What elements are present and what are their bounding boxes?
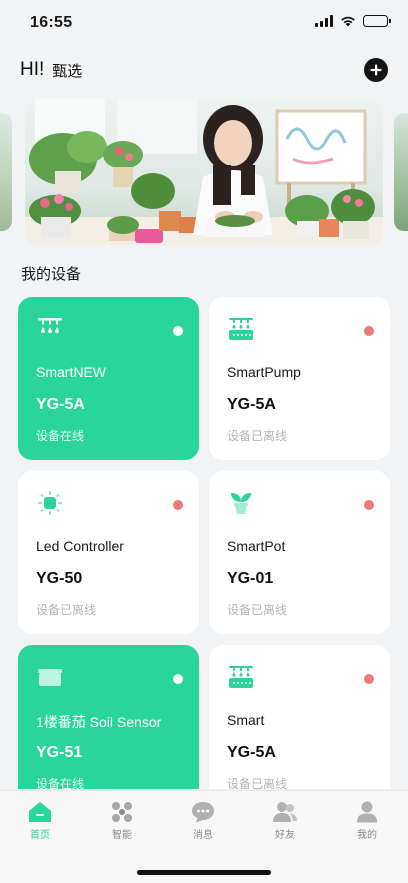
online-status-dot [173,674,183,684]
offline-status-dot [364,674,374,684]
device-name: SmartPot [227,538,286,554]
greeting-text: HI! [20,59,45,80]
home-indicator [137,870,271,875]
banner-next-slide[interactable] [394,113,408,231]
plus-circle-icon [370,64,382,76]
device-status: 设备已离线 [227,429,288,443]
add-device-button[interactable] [364,58,388,82]
plant-pot-icon [231,493,251,514]
device-name: SmartNEW [36,364,106,380]
tab-label: 首页 [30,830,50,841]
smart-grid-icon [112,802,132,822]
offline-status-dot [364,326,374,336]
banner-prev-slide[interactable] [0,113,12,231]
device-card-smart[interactable]: Smart YG-5A 设备已离线 [209,645,390,789]
water-pump-icon [229,318,253,340]
status-icons [315,15,391,27]
sprinkler-icon [38,318,62,333]
tab-label: 我的 [357,830,377,841]
tab-friends[interactable]: 好友 [255,801,315,841]
device-model: YG-5A [227,744,276,761]
device-name: Smart [227,712,265,728]
page-title: 甄选 [52,62,83,80]
status-time: 16:55 [30,14,73,31]
tab-messages[interactable]: 消息 [173,801,233,841]
device-name: 1楼番茄 Soil Sensor [36,714,162,730]
tab-smart[interactable]: 智能 [92,801,152,841]
device-name: SmartPump [227,364,301,380]
cellular-signal-icon [315,15,333,27]
profile-icon [357,801,377,823]
device-model: YG-5A [36,396,85,413]
wifi-icon [341,16,355,27]
device-model: YG-50 [36,570,83,587]
tab-home[interactable]: 首页 [10,801,70,841]
home-icon [29,802,51,822]
tab-label: 好友 [275,830,295,841]
device-model: YG-01 [227,570,274,587]
page-header: HI! 甄选 [20,58,388,82]
online-status-dot [173,326,183,336]
status-bar: 16:55 [0,0,408,44]
soil-sensor-icon [38,669,62,686]
device-name: Led Controller [36,538,124,554]
message-icon [192,802,214,823]
device-card-smartnew[interactable]: SmartNEW YG-5A 设备在线 [18,297,199,460]
woman-planting-flowers-photo [25,99,383,245]
tab-label: 消息 [193,830,213,841]
battery-icon [363,15,391,27]
device-status: 设备在线 [36,777,85,789]
device-status: 设备已离线 [227,603,288,617]
device-status: 设备已离线 [36,603,97,617]
tab-profile[interactable]: 我的 [337,801,397,841]
device-model: YG-5A [227,396,276,413]
device-status: 设备已离线 [227,777,288,789]
device-card-smartpump[interactable]: SmartPump YG-5A 设备已离线 [209,297,390,460]
device-card-smartpot[interactable]: SmartPot YG-01 设备已离线 [209,471,390,634]
led-light-icon [38,491,62,515]
device-card-led-controller[interactable]: Led Controller YG-50 设备已离线 [18,471,199,634]
device-card-soil-sensor[interactable]: 1楼番茄 Soil Sensor YG-51 设备在线 [18,645,199,789]
my-devices-title: 我的设备 [21,266,82,283]
device-status: 设备在线 [36,429,85,443]
promo-banner[interactable] [25,99,383,245]
device-model: YG-51 [36,744,83,761]
tab-label: 智能 [112,830,132,841]
offline-status-dot [173,500,183,510]
friends-icon [273,802,297,822]
water-pump-icon [229,666,253,688]
offline-status-dot [364,500,374,510]
device-grid: SmartNEW YG-5A 设备在线 SmartPump YG-5A 设备已离… [18,297,391,789]
